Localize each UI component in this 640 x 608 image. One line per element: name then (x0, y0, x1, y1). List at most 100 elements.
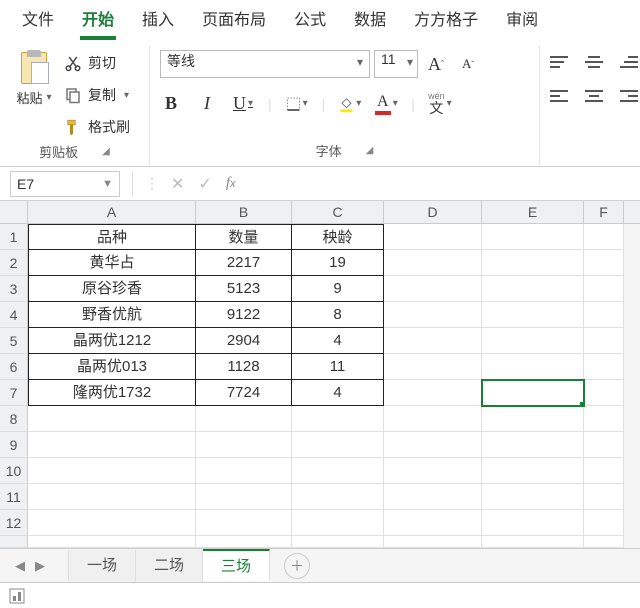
col-header-C[interactable]: C (292, 201, 384, 223)
cell[interactable] (384, 302, 482, 328)
cell[interactable] (384, 224, 482, 250)
cell[interactable] (584, 276, 624, 302)
cell[interactable] (384, 276, 482, 302)
cell[interactable]: 19 (292, 250, 384, 276)
cell[interactable]: 原谷珍香 (28, 276, 196, 302)
cell[interactable] (196, 536, 292, 548)
cell[interactable]: 黄华占 (28, 250, 196, 276)
cell[interactable] (482, 354, 584, 380)
align-right-button[interactable] (614, 86, 638, 106)
cell[interactable]: 8 (292, 302, 384, 328)
sheet-tab[interactable]: 一场 (68, 550, 136, 582)
cell[interactable] (384, 354, 482, 380)
cell[interactable] (482, 536, 584, 548)
select-all-corner[interactable] (0, 201, 28, 223)
cell[interactable] (384, 432, 482, 458)
cell[interactable] (584, 380, 624, 406)
row-header[interactable]: 4 (0, 302, 28, 328)
cell[interactable] (28, 536, 196, 548)
col-header-A[interactable]: A (28, 201, 196, 223)
row-header[interactable]: 5 (0, 328, 28, 354)
cell[interactable]: 品种 (28, 224, 196, 250)
row-header[interactable]: 3 (0, 276, 28, 302)
format-painter-button[interactable]: 格式刷 (64, 114, 130, 140)
cell[interactable] (384, 536, 482, 548)
align-center-button[interactable] (582, 86, 606, 106)
cancel-formula-icon[interactable]: ✕ (171, 174, 184, 194)
col-header-E[interactable]: E (482, 201, 584, 223)
cell[interactable] (482, 302, 584, 328)
col-header-F[interactable]: F (584, 201, 624, 223)
cell[interactable] (584, 224, 624, 250)
sheet-tab[interactable]: 二场 (136, 550, 203, 582)
cell[interactable] (292, 484, 384, 510)
cell[interactable]: 隆两优1732 (28, 380, 196, 406)
row-header[interactable]: 6 (0, 354, 28, 380)
row-header[interactable]: 9 (0, 432, 28, 458)
align-top-button[interactable] (550, 52, 574, 72)
align-bottom-button[interactable] (614, 52, 638, 72)
cell[interactable] (584, 510, 624, 536)
increase-font-icon[interactable]: Aˆ (422, 52, 450, 76)
cell[interactable] (196, 458, 292, 484)
font-color-button[interactable]: A▾ (375, 93, 397, 115)
tab-insert[interactable]: 插入 (128, 0, 188, 42)
cell[interactable] (584, 458, 624, 484)
cell[interactable]: 7724 (196, 380, 292, 406)
bold-button[interactable]: B (160, 93, 182, 114)
cell[interactable] (384, 328, 482, 354)
cell[interactable] (482, 458, 584, 484)
cell[interactable] (28, 406, 196, 432)
decrease-font-icon[interactable]: Aˇ (454, 52, 482, 76)
add-sheet-button[interactable]: ＋ (284, 553, 310, 579)
cell[interactable] (482, 224, 584, 250)
tab-home[interactable]: 开始 (68, 0, 128, 42)
cell[interactable] (584, 302, 624, 328)
cell[interactable]: 1128 (196, 354, 292, 380)
cell[interactable] (482, 484, 584, 510)
col-header-B[interactable]: B (196, 201, 292, 223)
cell[interactable] (584, 406, 624, 432)
fill-color-button[interactable]: ▾ (339, 93, 361, 115)
border-button[interactable]: ▾ (286, 94, 308, 114)
cell[interactable] (584, 484, 624, 510)
cell[interactable] (482, 250, 584, 276)
spreadsheet-grid[interactable]: A B C D E F 1 品种 数量 秧龄 2 黄华占 2217 19 3 原… (0, 201, 640, 548)
tab-review[interactable]: 审阅 (492, 0, 552, 42)
cell[interactable] (28, 432, 196, 458)
cell[interactable] (384, 458, 482, 484)
cell[interactable] (292, 458, 384, 484)
sheet-tab-active[interactable]: 三场 (203, 549, 270, 581)
tab-fangfang[interactable]: 方方格子 (400, 0, 492, 42)
cell[interactable] (482, 328, 584, 354)
cell[interactable] (482, 432, 584, 458)
cell[interactable] (384, 406, 482, 432)
cell[interactable] (482, 276, 584, 302)
cell[interactable]: 2217 (196, 250, 292, 276)
tab-file[interactable]: 文件 (8, 0, 68, 42)
copy-button[interactable]: 复制▾ (64, 82, 130, 108)
paste-button[interactable]: 粘贴▾ (16, 88, 51, 107)
cell[interactable] (482, 406, 584, 432)
cell[interactable]: 2904 (196, 328, 292, 354)
cell[interactable] (196, 406, 292, 432)
tab-formulas[interactable]: 公式 (280, 0, 340, 42)
cell[interactable] (196, 484, 292, 510)
font-name-select[interactable]: 等线 (160, 50, 370, 78)
cell[interactable] (584, 536, 624, 548)
align-middle-button[interactable] (582, 52, 606, 72)
cell[interactable] (584, 432, 624, 458)
row-header[interactable]: 8 (0, 406, 28, 432)
cut-button[interactable]: 剪切 (64, 50, 130, 76)
row-header[interactable]: 1 (0, 224, 28, 250)
fx-icon[interactable]: fx (226, 175, 236, 192)
cell[interactable]: 晶两优1212 (28, 328, 196, 354)
name-box[interactable]: E7▼ (10, 171, 120, 197)
cell[interactable] (292, 536, 384, 548)
cell[interactable]: 野香优航 (28, 302, 196, 328)
formula-input[interactable] (241, 171, 640, 197)
row-header[interactable]: 11 (0, 484, 28, 510)
cell[interactable]: 9122 (196, 302, 292, 328)
cell[interactable] (28, 510, 196, 536)
cell[interactable]: 4 (292, 328, 384, 354)
